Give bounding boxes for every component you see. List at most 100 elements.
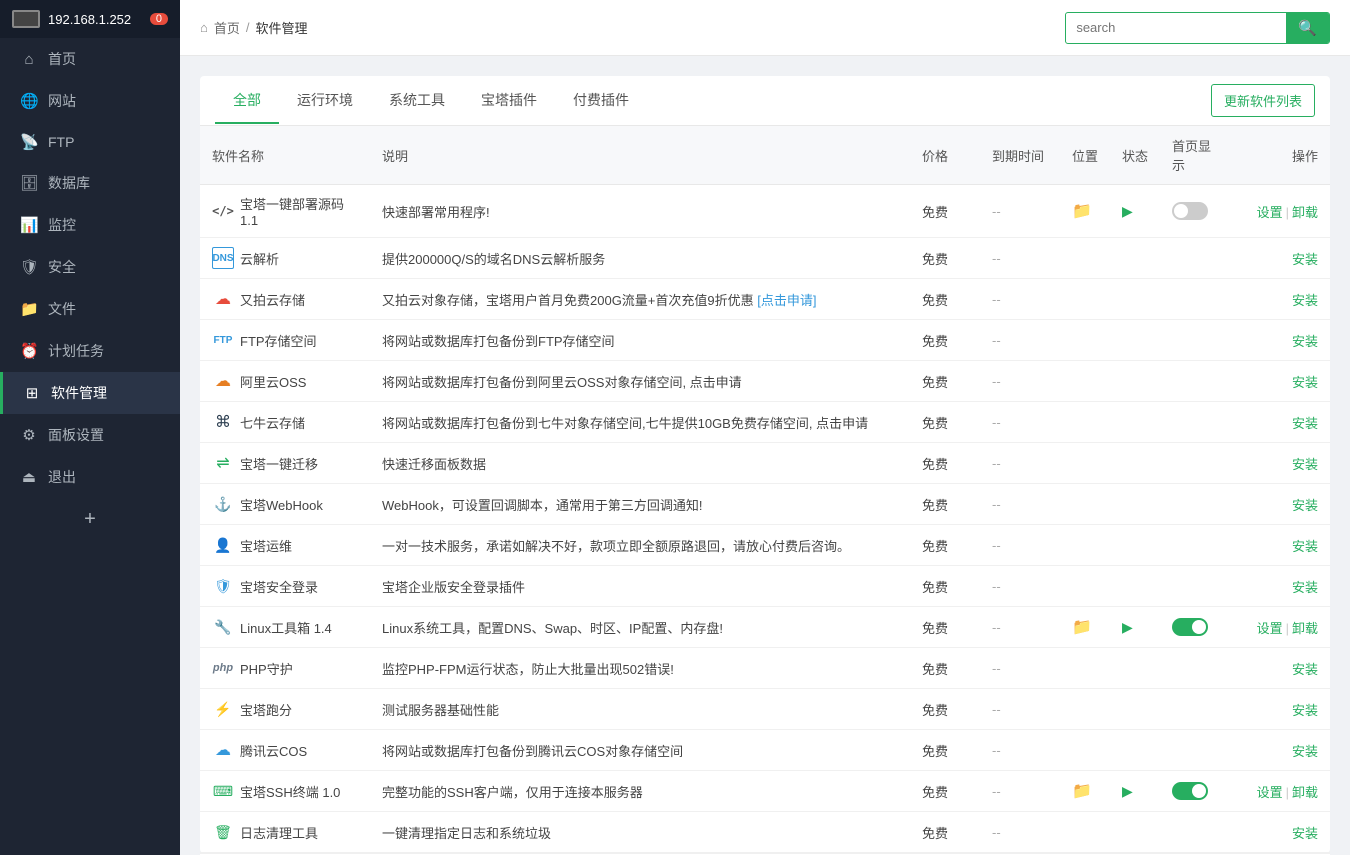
tab-systool[interactable]: 系统工具 bbox=[371, 78, 463, 124]
sw-name-cell: ⌨ 宝塔SSH终端 1.0 bbox=[200, 771, 370, 812]
sw-expire-cell: -- bbox=[980, 402, 1060, 443]
add-button[interactable]: + bbox=[0, 498, 180, 541]
sidebar-item-home[interactable]: ⌂ 首页 bbox=[0, 38, 180, 80]
action-uninstall-link[interactable]: 卸载 bbox=[1292, 785, 1318, 800]
play-status-icon[interactable]: ▶ bbox=[1122, 783, 1133, 799]
action-install-link[interactable]: 安装 bbox=[1292, 416, 1318, 431]
home-display-toggle[interactable] bbox=[1172, 202, 1208, 220]
tab-runtime[interactable]: 运行环境 bbox=[279, 78, 371, 124]
table-row: 👤 宝塔运维 一对一技术服务，承诺如解决不好，款项立即全额原路退回，请放心付费后… bbox=[200, 525, 1330, 566]
th-expire: 到期时间 bbox=[980, 126, 1060, 185]
play-status-icon[interactable]: ▶ bbox=[1122, 619, 1133, 635]
th-name: 软件名称 bbox=[200, 126, 370, 185]
action-install-link[interactable]: 安装 bbox=[1292, 744, 1318, 759]
sw-icon: ⌘ bbox=[212, 411, 234, 433]
folder-location-icon[interactable]: 📁 bbox=[1072, 203, 1092, 220]
sw-status-cell bbox=[1110, 566, 1160, 607]
sw-price-cell: 免费 bbox=[910, 361, 980, 402]
action-install-link[interactable]: 安装 bbox=[1292, 662, 1318, 677]
sidebar-item-monitor[interactable]: 📊 监控 bbox=[0, 204, 180, 246]
action-install-link[interactable]: 安装 bbox=[1292, 498, 1318, 513]
sidebar-item-panel[interactable]: ⚙ 面板设置 bbox=[0, 414, 180, 456]
sw-icon: ⌨ bbox=[212, 780, 234, 802]
sw-price-cell: 免费 bbox=[910, 812, 980, 853]
sw-icon: 🔧 bbox=[212, 616, 234, 638]
sw-home-cell bbox=[1160, 689, 1230, 730]
sidebar-item-ftp[interactable]: 📡 FTP bbox=[0, 122, 180, 162]
sw-desc-cell: 将网站或数据库打包备份到七牛对象存储空间,七牛提供10GB免费存储空间, 点击申… bbox=[370, 402, 910, 443]
sw-location-cell bbox=[1060, 566, 1110, 607]
breadcrumb-home-link[interactable]: 首页 bbox=[214, 18, 240, 37]
shield-icon: 🛡 bbox=[20, 258, 38, 276]
sw-name-cell: 🛡 宝塔安全登录 bbox=[200, 566, 370, 607]
action-settings-link[interactable]: 设置 bbox=[1257, 621, 1283, 636]
sw-icon: ⚓ bbox=[212, 493, 234, 515]
action-install-link[interactable]: 安装 bbox=[1292, 826, 1318, 841]
sw-icon: ☁ bbox=[212, 739, 234, 761]
sw-desc-cell: 快速部署常用程序! bbox=[370, 185, 910, 238]
sw-price-cell: 免费 bbox=[910, 771, 980, 812]
search-button[interactable]: 🔍 bbox=[1286, 13, 1329, 43]
sidebar-item-database[interactable]: 🗄 数据库 bbox=[0, 162, 180, 204]
sidebar-item-software[interactable]: ⊞ 软件管理 bbox=[0, 372, 180, 414]
folder-location-icon[interactable]: 📁 bbox=[1072, 783, 1092, 800]
sw-status-cell: ▶ bbox=[1110, 771, 1160, 812]
sidebar-item-logout[interactable]: ⏏ 退出 bbox=[0, 456, 180, 498]
sw-status-cell bbox=[1110, 484, 1160, 525]
folder-location-icon[interactable]: 📁 bbox=[1072, 619, 1092, 636]
sw-name-cell: ⇌ 宝塔一键迁移 bbox=[200, 443, 370, 484]
table-row: 🛡 宝塔安全登录 宝塔企业版安全登录插件 免费 -- 安装 bbox=[200, 566, 1330, 607]
th-status: 状态 bbox=[1110, 126, 1160, 185]
action-uninstall-link[interactable]: 卸载 bbox=[1292, 621, 1318, 636]
sw-desc-cell: 一对一技术服务，承诺如解决不好，款项立即全额原路退回，请放心付费后咨询。 bbox=[370, 525, 910, 566]
tab-paid[interactable]: 付费插件 bbox=[555, 78, 647, 124]
sw-price-cell: 免费 bbox=[910, 238, 980, 279]
sw-icon: 👤 bbox=[212, 534, 234, 556]
table-row: 🗑 日志清理工具 一键清理指定日志和系统垃圾 免费 -- 安装 bbox=[200, 812, 1330, 853]
home-display-toggle[interactable] bbox=[1172, 618, 1208, 636]
sidebar-item-file[interactable]: 📁 文件 bbox=[0, 288, 180, 330]
sw-icon: 🛡 bbox=[212, 575, 234, 597]
youpai-link[interactable]: [点击申请] bbox=[757, 293, 816, 308]
table-row: ⇌ 宝塔一键迁移 快速迁移面板数据 免费 -- 安装 bbox=[200, 443, 1330, 484]
sw-action-cell: 安装 bbox=[1230, 689, 1330, 730]
sw-location-cell: 📁 bbox=[1060, 185, 1110, 238]
play-status-icon[interactable]: ▶ bbox=[1122, 203, 1133, 219]
breadcrumb: ⌂ 首页 / 软件管理 bbox=[200, 18, 308, 37]
action-uninstall-link[interactable]: 卸载 bbox=[1292, 205, 1318, 220]
table-row: ☁ 阿里云OSS 将网站或数据库打包备份到阿里云OSS对象存储空间, 点击申请 … bbox=[200, 361, 1330, 402]
tab-plugin[interactable]: 宝塔插件 bbox=[463, 78, 555, 124]
action-settings-link[interactable]: 设置 bbox=[1257, 785, 1283, 800]
action-install-link[interactable]: 安装 bbox=[1292, 334, 1318, 349]
folder-icon: 📁 bbox=[20, 300, 38, 318]
sw-desc-cell: 监控PHP-FPM运行状态，防止大批量出现502错误! bbox=[370, 648, 910, 689]
action-install-link[interactable]: 安装 bbox=[1292, 293, 1318, 308]
update-list-button[interactable]: 更新软件列表 bbox=[1211, 84, 1315, 117]
sidebar-item-website[interactable]: 🌐 网站 bbox=[0, 80, 180, 122]
action-settings-link[interactable]: 设置 bbox=[1257, 205, 1283, 220]
action-install-link[interactable]: 安装 bbox=[1292, 580, 1318, 595]
sw-desc-cell: 完整功能的SSH客户端，仅用于连接本服务器 bbox=[370, 771, 910, 812]
sidebar-item-task[interactable]: ⏰ 计划任务 bbox=[0, 330, 180, 372]
search-input[interactable] bbox=[1066, 14, 1286, 41]
th-price: 价格 bbox=[910, 126, 980, 185]
sw-name-text: 宝塔跑分 bbox=[240, 700, 292, 719]
sw-name-text: 阿里云OSS bbox=[240, 372, 306, 391]
sidebar-item-home-label: 首页 bbox=[48, 49, 76, 69]
action-install-link[interactable]: 安装 bbox=[1292, 252, 1318, 267]
action-install-link[interactable]: 安装 bbox=[1292, 457, 1318, 472]
sidebar-item-security[interactable]: 🛡 安全 bbox=[0, 246, 180, 288]
action-install-link[interactable]: 安装 bbox=[1292, 375, 1318, 390]
sw-price-cell: 免费 bbox=[910, 279, 980, 320]
sw-action-cell: 安装 bbox=[1230, 730, 1330, 771]
table-row: ⚓ 宝塔WebHook WebHook，可设置回调脚本，通常用于第三方回调通知!… bbox=[200, 484, 1330, 525]
sw-icon: DNS bbox=[212, 247, 234, 269]
home-display-toggle[interactable] bbox=[1172, 782, 1208, 800]
action-install-link[interactable]: 安装 bbox=[1292, 539, 1318, 554]
tab-all[interactable]: 全部 bbox=[215, 78, 279, 124]
sw-icon: php bbox=[212, 657, 234, 679]
sw-expire-cell: -- bbox=[980, 525, 1060, 566]
sw-action-cell: 设置|卸载 bbox=[1230, 185, 1330, 238]
action-install-link[interactable]: 安装 bbox=[1292, 703, 1318, 718]
table-row: 🔧 Linux工具箱 1.4 Linux系统工具，配置DNS、Swap、时区、I… bbox=[200, 607, 1330, 648]
